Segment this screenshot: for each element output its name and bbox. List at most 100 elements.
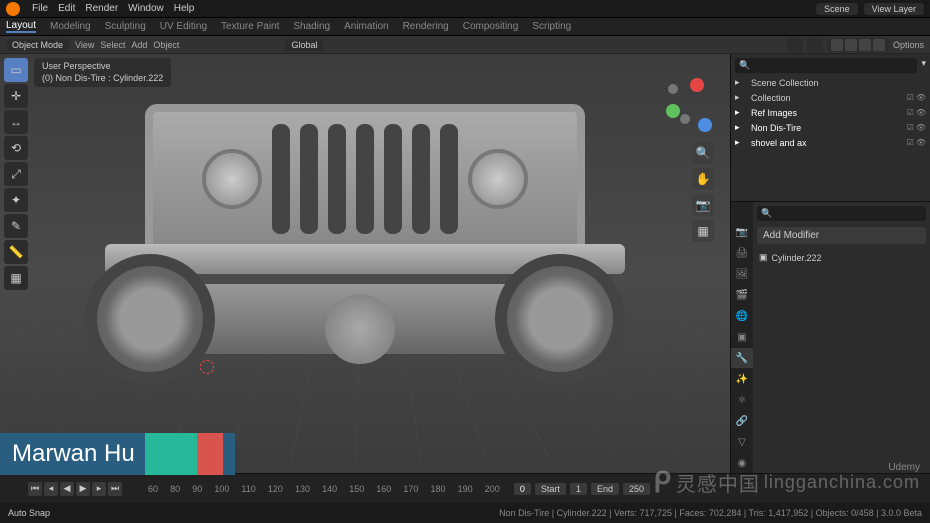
world-tab-icon[interactable]: 🌐 [731, 306, 753, 326]
headlight-right [468, 149, 528, 209]
render-tab-icon[interactable]: 📷 [731, 222, 753, 242]
tool-move-icon[interactable]: ↔ [4, 110, 28, 134]
menu-window[interactable]: Window [128, 3, 164, 14]
outliner-search[interactable]: 🔍 [735, 58, 917, 73]
output-tab-icon[interactable]: 🖨 [731, 243, 753, 263]
tool-annotate-icon[interactable]: ✎ [4, 214, 28, 238]
tab-scripting[interactable]: Scripting [532, 21, 571, 32]
navigation-gizmo[interactable] [660, 74, 720, 134]
menu-file[interactable]: File [32, 3, 48, 14]
scene-field[interactable]: Scene [816, 3, 858, 15]
tool-select-box-icon[interactable]: ▭ [4, 58, 28, 82]
tab-shading[interactable]: Shading [293, 21, 330, 32]
nav-tools: 🔍 ✋ 📷 ▦ [692, 142, 714, 242]
end-frame[interactable]: 250 [623, 483, 650, 495]
blender-logo-icon [6, 2, 20, 16]
mode-dropdown[interactable]: Object Mode [6, 39, 69, 51]
properties-panel: 📷 🖨 🖼 🎬 🌐 ▣ 🔧 ✨ ⚛ 🔗 ▽ ◉ ▦ 🔍 Add Modifier… [731, 202, 930, 494]
options-dropdown[interactable]: Options [893, 40, 924, 50]
play-reverse-icon[interactable]: ◀ [60, 482, 74, 496]
tool-scale-icon[interactable]: ⤢ [4, 162, 28, 186]
current-frame[interactable]: 0 [514, 483, 531, 495]
timeline-ruler[interactable]: 608090100110120130140150160170180190200 [142, 484, 506, 494]
status-bar: Auto Snap Non Dis-Tire | Cylinder.222 | … [0, 503, 930, 523]
tab-compositing[interactable]: Compositing [463, 21, 519, 32]
jeep-model [60, 74, 650, 434]
collection-row[interactable]: ▸Collection☑👁 [735, 90, 926, 105]
header-view[interactable]: View [75, 40, 94, 50]
particles-tab-icon[interactable]: ✨ [731, 369, 753, 389]
modifier-tab-icon[interactable]: 🔧 [731, 348, 753, 368]
tool-toolbar: ▭ ✛ ↔ ⟲ ⤢ ✦ ✎ 📏 ▦ [4, 58, 28, 290]
persp-icon[interactable]: ▦ [692, 220, 714, 242]
jump-end-icon[interactable]: ⏭ [108, 482, 122, 496]
3d-viewport[interactable]: User Perspective (0) Non Dis-Tire : Cyli… [0, 54, 730, 494]
collection-row[interactable]: ▸shovel and ax☑👁 [735, 135, 926, 150]
jeep-grille [145, 104, 585, 254]
zoom-icon[interactable]: 🔍 [692, 142, 714, 164]
end-label: End [591, 483, 619, 495]
axis-x-icon[interactable] [690, 78, 704, 92]
filter-icon[interactable]: ▾ [921, 58, 926, 73]
header-add[interactable]: Add [131, 40, 147, 50]
collection-row[interactable]: ▸Ref Images☑👁 [735, 105, 926, 120]
axis-z-icon[interactable] [698, 118, 712, 132]
menu-render[interactable]: Render [85, 3, 118, 14]
xray-toggle-icon[interactable] [807, 38, 823, 52]
info-perspective: User Perspective [42, 61, 163, 73]
properties-search[interactable]: 🔍 [757, 206, 926, 221]
menu-help[interactable]: Help [174, 3, 195, 14]
tool-transform-icon[interactable]: ✦ [4, 188, 28, 212]
name-banner: Marwan Hu [0, 433, 235, 475]
tool-addcube-icon[interactable]: ▦ [4, 266, 28, 290]
axis-y-icon[interactable] [666, 104, 680, 118]
tab-sculpting[interactable]: Sculpting [105, 21, 146, 32]
tool-cursor-icon[interactable]: ✛ [4, 84, 28, 108]
right-panels: 🔍 ▾ ▸Scene Collection ▸Collection☑👁 ▸Ref… [730, 54, 930, 494]
property-tabs: 📷 🖨 🖼 🎬 🌐 ▣ 🔧 ✨ ⚛ 🔗 ▽ ◉ ▦ [731, 202, 753, 494]
collection-row[interactable]: ▸Non Dis-Tire☑👁 [735, 120, 926, 135]
jump-start-icon[interactable]: ⏮ [28, 482, 42, 496]
header-select[interactable]: Select [100, 40, 125, 50]
orientation-dropdown[interactable]: Global [285, 39, 323, 51]
play-icon[interactable]: ▶ [76, 482, 90, 496]
axis-neg-icon[interactable] [668, 84, 678, 94]
tool-measure-icon[interactable]: 📏 [4, 240, 28, 264]
wheel-left [85, 254, 215, 384]
start-label: Start [535, 483, 566, 495]
header-object[interactable]: Object [153, 40, 179, 50]
menu-edit[interactable]: Edit [58, 3, 75, 14]
object-tab-icon[interactable]: ▣ [731, 327, 753, 347]
eye-icon: 👁 [916, 93, 926, 102]
add-modifier-button[interactable]: Add Modifier [757, 227, 926, 244]
tab-texture[interactable]: Texture Paint [221, 21, 279, 32]
tab-animation[interactable]: Animation [344, 21, 388, 32]
physics-tab-icon[interactable]: ⚛ [731, 390, 753, 410]
tool-rotate-icon[interactable]: ⟲ [4, 136, 28, 160]
axis-neg2-icon[interactable] [680, 114, 690, 124]
differential [325, 294, 395, 364]
pan-icon[interactable]: ✋ [692, 168, 714, 190]
tab-modeling[interactable]: Modeling [50, 21, 91, 32]
start-frame[interactable]: 1 [570, 483, 587, 495]
keyframe-back-icon[interactable]: ◂ [44, 482, 58, 496]
shading-modes[interactable] [827, 38, 889, 52]
tab-layout[interactable]: Layout [6, 20, 36, 33]
constraints-tab-icon[interactable]: 🔗 [731, 411, 753, 431]
tab-rendering[interactable]: Rendering [403, 21, 449, 32]
watermark-logo-icon: ᑭ [653, 466, 672, 499]
viewlayer-tab-icon[interactable]: 🖼 [731, 264, 753, 284]
status-left: Auto Snap [8, 508, 50, 518]
data-tab-icon[interactable]: ▽ [731, 432, 753, 452]
jeep-axle [185, 284, 545, 354]
scene-tab-icon[interactable]: 🎬 [731, 285, 753, 305]
viewlayer-field[interactable]: View Layer [864, 3, 924, 15]
scene-collection-row[interactable]: ▸Scene Collection [735, 75, 926, 90]
overlays-toggle-icon[interactable] [787, 38, 803, 52]
keyframe-forward-icon[interactable]: ▸ [92, 482, 106, 496]
camera-icon[interactable]: 📷 [692, 194, 714, 216]
banner-bar-teal [145, 433, 197, 475]
tab-uv[interactable]: UV Editing [160, 21, 207, 32]
exclude-icon: ☑ [907, 93, 914, 102]
workspace-tabs: Layout Modeling Sculpting UV Editing Tex… [0, 18, 930, 36]
